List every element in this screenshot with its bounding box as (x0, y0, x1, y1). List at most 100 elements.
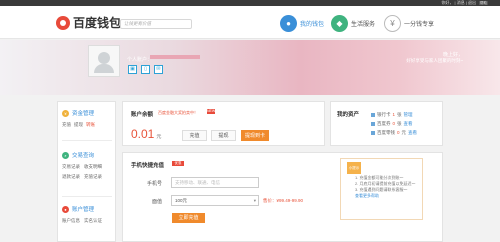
tips-box: 小提示 1. 充值金额可能分次到账～ 2. 月底月初请提前充值以免延迟～ 3. … (340, 158, 423, 220)
balance-value: 0.01 (131, 127, 155, 141)
asset-row: 银行卡 1 张 管理 (371, 110, 417, 119)
message-link[interactable]: 消息 (457, 0, 465, 5)
asset-manage-link[interactable]: 管理 (404, 112, 413, 117)
email-icon[interactable]: ✉ (154, 65, 163, 74)
price-text: 售价：¥99.49-99.90 (263, 198, 304, 203)
avatar-body (94, 64, 114, 73)
section-title-text: 资金管理 (72, 111, 95, 117)
balance-panel: 账户余额 百度金融大奖拍卖中！ NEW 0.01 元 充值 提现 提现到卡 (122, 101, 325, 146)
amount-select[interactable]: 100元 ▾ (171, 195, 259, 206)
nav-one-cent[interactable]: ¥ 一分钱专享 (384, 12, 434, 34)
new-badge: NEW (207, 109, 216, 114)
avatar[interactable] (88, 45, 120, 77)
nav-label: 我的钱包 (300, 21, 325, 28)
account-banner: 个人账户： ▣ ▯ ✉ 晚上好， 好好享受与家人团聚的时刻~ (0, 40, 500, 95)
separator: | (454, 0, 456, 5)
assets-panel: 我的资产 银行卡 1 张 管理 百度券 0 张 查看 百度零钱 0 元 查看 (330, 101, 443, 146)
asset-unit: 元 (401, 130, 407, 135)
assets-title: 我的资产 (337, 112, 360, 118)
card-icon (371, 112, 375, 117)
balance-unit: 元 (156, 134, 162, 140)
section-title-text: 交易查询 (72, 153, 95, 159)
phone-input[interactable]: 支持移动、联通、电信 (171, 177, 259, 188)
divider (62, 140, 112, 141)
wallet-icon: ¥ (62, 109, 69, 117)
sidebar-item-verification[interactable]: 实名认证 (84, 218, 102, 224)
sidebar-item-withdraw[interactable]: 提现 (74, 122, 83, 128)
asset-label: 百度零钱 (377, 130, 395, 135)
chevron-down-icon: ▾ (253, 198, 256, 203)
account-name-redacted (150, 55, 200, 59)
nav-label: 一分钱专享 (404, 21, 435, 28)
assets-list: 银行卡 1 张 管理 百度券 0 张 查看 百度零钱 0 元 查看 (371, 110, 417, 137)
withdraw-to-card-button[interactable]: 提现到卡 (241, 130, 269, 141)
account-label: 个人账户： (127, 57, 153, 63)
coin-icon: ¥ (384, 14, 401, 32)
asset-count: 0 (397, 130, 400, 135)
logo-icon (56, 15, 70, 30)
separator: | (465, 0, 467, 5)
user-icon: ● (280, 14, 297, 32)
balance-title: 账户余额 (131, 112, 154, 118)
asset-unit: 张 (397, 121, 402, 126)
asset-view-link[interactable]: 查看 (404, 121, 413, 126)
recharge-title: 手机快捷充值 (131, 163, 165, 169)
greeting-text: 你好， (441, 0, 454, 5)
sidebar-item-account-info[interactable]: 账户信息 (62, 218, 80, 224)
promo-link[interactable]: 百度金融大奖拍卖中！ (158, 110, 198, 116)
section-links: 账户信息 实名认证 (62, 218, 117, 224)
nav-life-services[interactable]: ◆ 生活服务 (331, 12, 375, 34)
asset-unit: 张 (397, 112, 402, 117)
phone-label: 手机号 (147, 181, 163, 187)
sidebar-item-recharge[interactable]: 充值 (62, 122, 71, 128)
amount-value: 100元 (175, 198, 188, 203)
sidebar-item-income-details[interactable]: 收支明细 (84, 164, 102, 170)
logo-text: 百度钱包 (73, 16, 122, 30)
asset-count: 0 (392, 121, 396, 126)
section-title: ¥ 资金管理 (62, 109, 117, 117)
service-icon: ◆ (331, 14, 348, 32)
account-badges: ▣ ▯ ✉ (128, 65, 163, 74)
phone-icon[interactable]: ▯ (141, 65, 150, 74)
nav-my-wallet[interactable]: ● 我的钱包 (280, 12, 324, 34)
asset-label: 银行卡 (377, 112, 391, 117)
balance-amount: 0.01 元 (131, 127, 161, 141)
section-title-text: 账户管理 (72, 207, 95, 213)
asset-view-link[interactable]: 查看 (408, 130, 417, 135)
id-card-icon[interactable]: ▣ (128, 65, 137, 74)
sidebar-item-transactions[interactable]: 交易记录 (62, 164, 80, 170)
sidebar-item-recharge-records[interactable]: 充值记录 (84, 174, 102, 180)
sidebar-section-account: ● 账户管理 账户信息 实名认证 (62, 205, 117, 224)
withdraw-button[interactable]: 提现 (211, 130, 236, 141)
section-links: 充值 提现 转账 (62, 122, 117, 128)
tip-badge: 小提示 (347, 162, 361, 174)
asset-label: 百度券 (377, 121, 391, 126)
sidebar-section-transactions: ⌕ 交易查询 交易记录 收支明细 退款记录 充值记录 (62, 151, 117, 180)
tip-body: 1. 充值金额可能分次到账～ 2. 月底月初请提前充值以免延迟～ 3. 充值遇到… (355, 175, 423, 199)
coin-icon (371, 130, 375, 135)
more-help-link[interactable]: 查看更多帮助 (355, 193, 423, 199)
coupon-icon (371, 121, 375, 126)
greeting-subtitle: 好好享受与家人团聚的时刻~ (406, 58, 463, 63)
recharge-submit-button[interactable]: 立即充值 (172, 213, 205, 223)
sidebar: ¥ 资金管理 充值 提现 转账 ⌕ 交易查询 交易记录 收支明细 退款记录 充值… (57, 101, 116, 242)
search-icon: ⌕ (62, 151, 69, 159)
header: 百度钱包 让钱更有价值 ● 我的钱包 ◆ 生活服务 ¥ 一分钱专享 (0, 6, 500, 39)
help-link[interactable]: 帮助 (479, 1, 488, 5)
asset-row: 百度券 0 张 查看 (371, 119, 417, 128)
amount-label: 面值 (152, 199, 163, 205)
greeting: 晚上好， 好好享受与家人团聚的时刻~ (365, 52, 463, 64)
sidebar-item-refunds[interactable]: 退款记录 (62, 174, 80, 180)
section-title: ● 账户管理 (62, 205, 117, 213)
logo[interactable]: 百度钱包 (56, 15, 121, 30)
account-icon: ● (62, 205, 69, 213)
section-title: ⌕ 交易查询 (62, 151, 117, 159)
divider (62, 196, 112, 197)
asset-row: 百度零钱 0 元 查看 (371, 128, 417, 137)
slogan: 让钱更有价值 (120, 19, 192, 29)
recharge-button[interactable]: 充值 (182, 130, 207, 141)
nav-label: 生活服务 (351, 21, 376, 28)
sidebar-item-transfer[interactable]: 转账 (86, 122, 95, 128)
exit-link[interactable]: 退出 (468, 0, 476, 5)
section-links: 交易记录 收支明细 退款记录 充值记录 (62, 164, 117, 180)
